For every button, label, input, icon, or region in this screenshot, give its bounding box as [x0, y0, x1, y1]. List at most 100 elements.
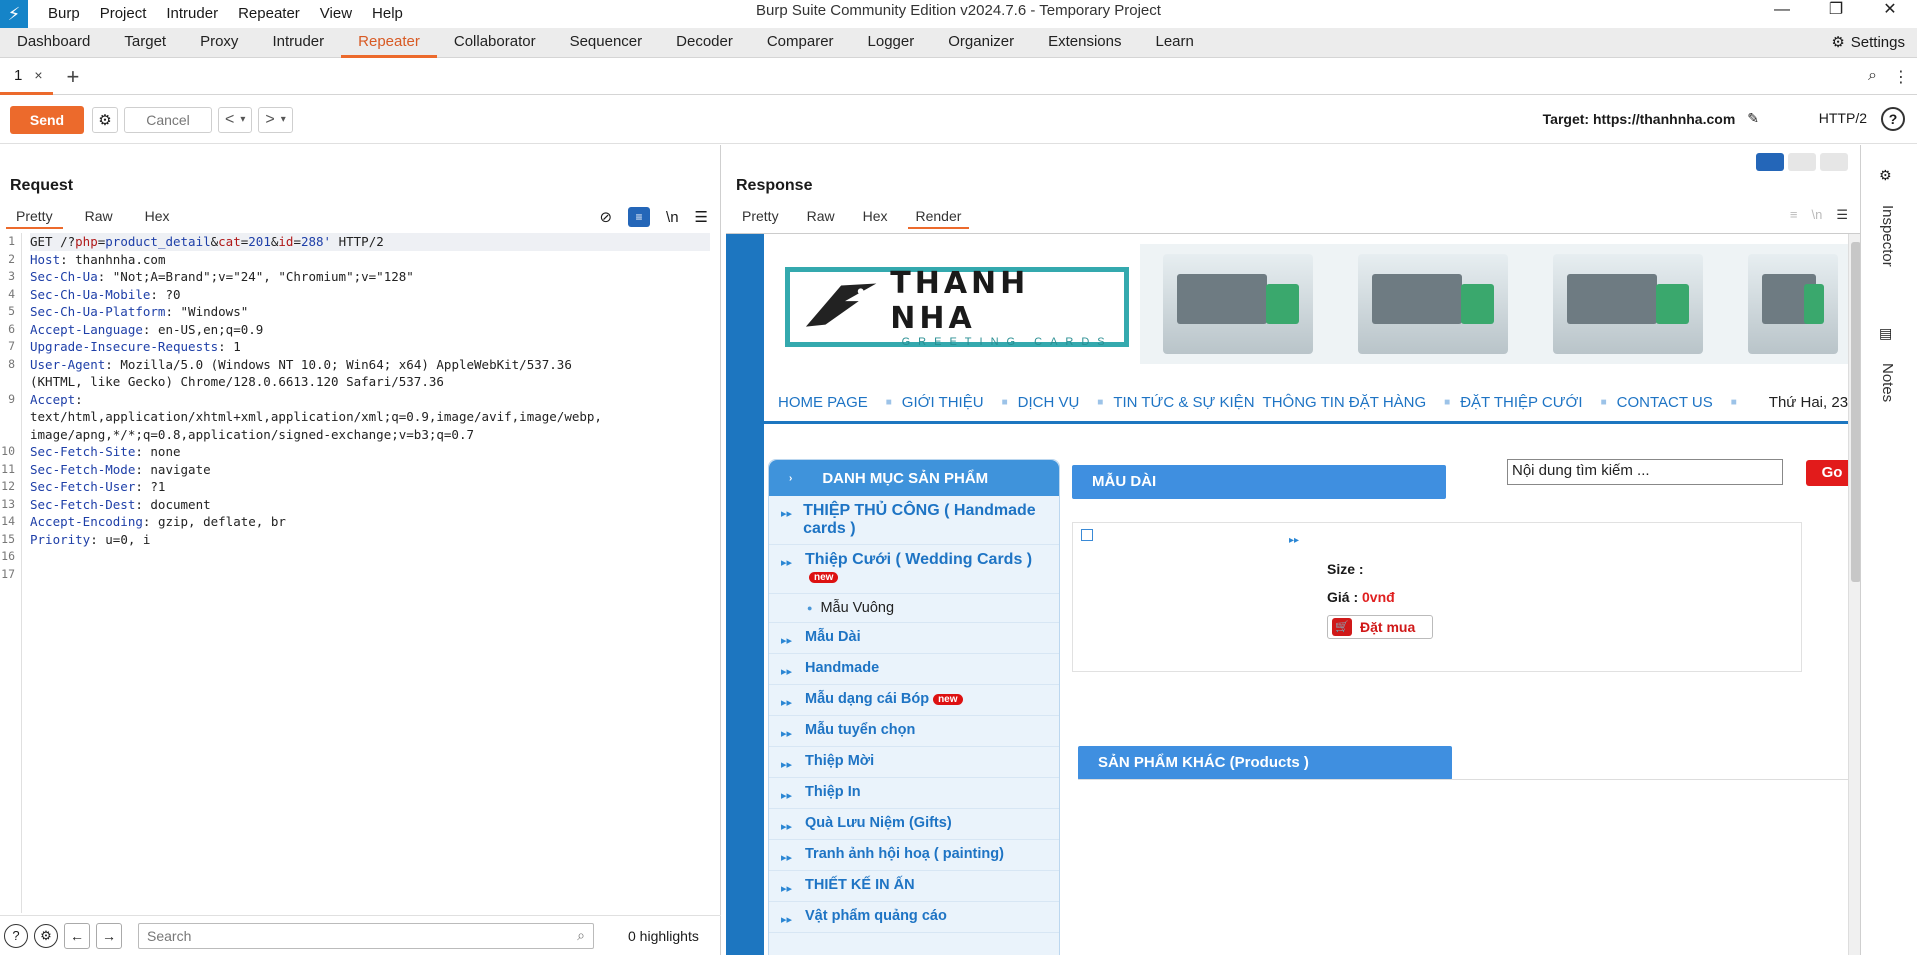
settings-button[interactable]: ⚙ Settings	[1831, 28, 1905, 58]
tab-learn[interactable]: Learn	[1138, 27, 1210, 57]
menu-icon[interactable]: ☰	[695, 208, 708, 226]
nav-contact[interactable]: CONTACT US	[1617, 394, 1721, 411]
category-item[interactable]: ▸▸ Thiệp Mời	[769, 747, 1059, 778]
hide-eye-icon[interactable]: ⊘	[599, 208, 612, 226]
buy-button[interactable]: 🛒 Đặt mua	[1327, 615, 1433, 639]
tab-intruder[interactable]: Intruder	[255, 27, 341, 57]
subcategory-item[interactable]: Mẫu Vuông	[769, 594, 1059, 623]
category-label[interactable]: Thiệp In	[805, 784, 861, 800]
layout-horizontal-icon[interactable]	[1788, 153, 1816, 171]
tab-logger[interactable]: Logger	[851, 27, 932, 57]
tab-collaborator[interactable]: Collaborator	[437, 27, 553, 57]
history-forward-button[interactable]: > ▾	[258, 106, 293, 133]
category-item[interactable]: ▸▸ Handmade	[769, 654, 1059, 685]
close-icon[interactable]: ✕	[1863, 0, 1917, 22]
category-label[interactable]: Mẫu dạng cái Bóp new	[805, 691, 963, 707]
nav-about[interactable]: GIỚI THIỆU	[902, 394, 992, 411]
notes-tab[interactable]: Notes	[1879, 363, 1896, 402]
arrow-right-icon[interactable]: →	[96, 922, 122, 949]
site-logo[interactable]: THANH NHA GREETING CARDS	[785, 266, 1129, 348]
inspector-icon[interactable]: ⚙	[1879, 167, 1892, 184]
newline-icon[interactable]: \n	[666, 209, 679, 226]
help-icon[interactable]: ?	[1881, 107, 1905, 131]
more-options-icon[interactable]: ⋮	[1893, 67, 1909, 87]
tab-comparer[interactable]: Comparer	[750, 27, 851, 57]
history-back-button[interactable]: < ▾	[218, 106, 253, 133]
dropdown-icon[interactable]: ▾	[281, 114, 286, 125]
word-wrap-icon[interactable]: ≡	[628, 207, 651, 227]
category-label[interactable]: Vật phẩm quảng cáo	[805, 908, 947, 924]
request-editor[interactable]: 1 2 3 4 5 6 7 8 9 10 11 12 13 14 15 16 1…	[0, 233, 721, 913]
category-label[interactable]: Handmade	[805, 660, 879, 676]
response-tab-render[interactable]: Render	[902, 203, 976, 229]
menu-burp[interactable]: Burp	[38, 0, 90, 28]
category-item[interactable]: ▸▸ THIẾT KẾ IN ẤN	[769, 871, 1059, 902]
newline-icon[interactable]: \n	[1812, 207, 1823, 223]
tab-organizer[interactable]: Organizer	[931, 27, 1031, 57]
category-item[interactable]: ▸▸ Quà Lưu Niệm (Gifts)	[769, 809, 1059, 840]
category-item[interactable]: ▸▸ Mẫu Dài	[769, 623, 1059, 654]
inspector-tab[interactable]: Inspector	[1879, 205, 1896, 267]
target-display[interactable]: Target: https://thanhnha.com ✎	[1543, 110, 1759, 127]
cancel-button[interactable]: Cancel	[124, 106, 212, 133]
response-tab-hex[interactable]: Hex	[849, 203, 902, 229]
search-icon[interactable]: ⌕	[1868, 67, 1877, 87]
add-tab-icon[interactable]: +	[67, 64, 80, 90]
request-tab-hex[interactable]: Hex	[129, 203, 186, 229]
tab-extensions[interactable]: Extensions	[1031, 27, 1138, 57]
request-tab-raw[interactable]: Raw	[69, 203, 129, 229]
nav-home[interactable]: HOME PAGE	[778, 394, 876, 411]
category-label[interactable]: Tranh ảnh hội hoạ ( painting)	[805, 846, 1004, 862]
edit-pencil-icon[interactable]: ✎	[1747, 110, 1759, 127]
category-item[interactable]: ▸▸ Tranh ảnh hội hoạ ( painting)	[769, 840, 1059, 871]
category-item[interactable]: ▸▸ Mẫu dạng cái Bóp new	[769, 685, 1059, 716]
nav-news[interactable]: TIN TỨC & SỰ KIỆN	[1113, 394, 1262, 411]
menu-help[interactable]: Help	[362, 0, 413, 28]
dropdown-icon[interactable]: ▾	[240, 114, 245, 125]
category-item[interactable]: ▸▸ Thiệp Cưới ( Wedding Cards ) new	[769, 545, 1059, 594]
menu-project[interactable]: Project	[90, 0, 157, 28]
close-tab-icon[interactable]: ×	[34, 67, 42, 83]
menu-intruder[interactable]: Intruder	[156, 0, 228, 28]
minimize-icon[interactable]: —	[1755, 0, 1809, 22]
tab-target[interactable]: Target	[107, 27, 183, 57]
category-label[interactable]: THIẾT KẾ IN ẤN	[805, 877, 915, 893]
tab-sequencer[interactable]: Sequencer	[553, 27, 660, 57]
notes-icon[interactable]: ▤	[1879, 325, 1892, 342]
category-label[interactable]: Thiệp Cưới ( Wedding Cards ) new	[805, 551, 1032, 587]
menu-view[interactable]: View	[310, 0, 362, 28]
request-tab-pretty[interactable]: Pretty	[0, 203, 69, 229]
help-icon[interactable]: ?	[4, 923, 28, 948]
layout-tabs-icon[interactable]	[1820, 153, 1848, 171]
send-settings-button[interactable]: ⚙	[92, 106, 118, 133]
tab-repeater[interactable]: Repeater	[341, 27, 437, 58]
protocol-label[interactable]: HTTP/2	[1819, 110, 1867, 126]
arrow-left-icon[interactable]: ←	[64, 922, 90, 949]
category-label[interactable]: Thiệp Mời	[805, 753, 874, 769]
nav-services[interactable]: DỊCH VỤ	[1018, 394, 1088, 411]
repeater-tab-1[interactable]: 1 ×	[0, 59, 53, 95]
word-wrap-icon[interactable]: ≡	[1790, 207, 1798, 223]
category-item[interactable]: ▸▸ Vật phẩm quảng cáo	[769, 902, 1059, 933]
tab-dashboard[interactable]: Dashboard	[0, 27, 107, 57]
gear-icon[interactable]: ⚙	[34, 923, 58, 948]
category-item[interactable]: ▸▸ THIỆP THỦ CÔNG ( Handmade cards )	[769, 496, 1059, 545]
category-item[interactable]: ▸▸ Mẫu tuyển chọn	[769, 716, 1059, 747]
response-tab-pretty[interactable]: Pretty	[728, 203, 793, 229]
category-label[interactable]: Mẫu Dài	[805, 629, 861, 645]
menu-repeater[interactable]: Repeater	[228, 0, 310, 28]
menu-icon[interactable]: ☰	[1836, 207, 1848, 223]
restore-icon[interactable]: ❐	[1809, 0, 1863, 22]
site-search-input[interactable]: Nội dung tìm kiếm ...	[1507, 459, 1783, 485]
response-tab-raw[interactable]: Raw	[793, 203, 849, 229]
tab-decoder[interactable]: Decoder	[659, 27, 750, 57]
nav-wedding[interactable]: ĐẶT THIỆP CƯỚI	[1460, 394, 1590, 411]
tab-proxy[interactable]: Proxy	[183, 27, 255, 57]
category-item[interactable]: ▸▸ Thiệp In	[769, 778, 1059, 809]
category-label[interactable]: Quà Lưu Niệm (Gifts)	[805, 815, 952, 831]
layout-split-icon[interactable]	[1756, 153, 1784, 171]
category-label[interactable]: THIỆP THỦ CÔNG ( Handmade cards )	[803, 502, 1053, 538]
send-button[interactable]: Send	[10, 105, 84, 134]
nav-order-info[interactable]: THÔNG TIN ĐẶT HÀNG	[1263, 394, 1435, 411]
search-input[interactable]: Search ⌕	[138, 922, 594, 949]
